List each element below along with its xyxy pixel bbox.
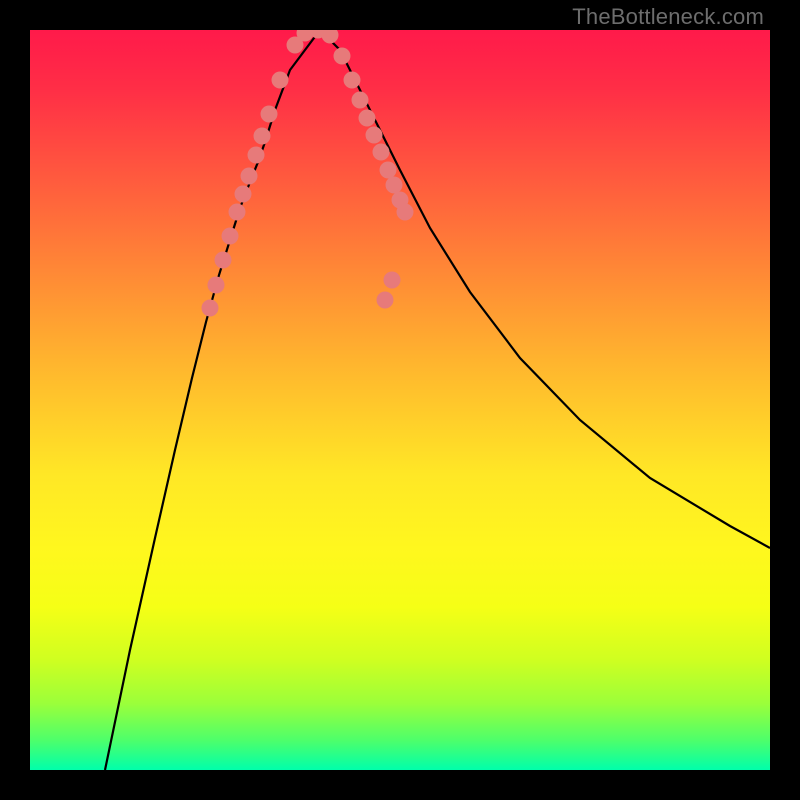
data-dots [202, 30, 414, 317]
data-point [208, 277, 225, 294]
data-point [373, 144, 390, 161]
data-point [352, 92, 369, 109]
chart-container: TheBottleneck.com [0, 0, 800, 800]
data-point [235, 186, 252, 203]
data-point [344, 72, 361, 89]
data-point [215, 252, 232, 269]
plot-area [30, 30, 770, 770]
data-point [241, 168, 258, 185]
data-point [384, 272, 401, 289]
data-point [377, 292, 394, 309]
chart-svg [30, 30, 770, 770]
data-point [366, 127, 383, 144]
data-point [222, 228, 239, 245]
data-point [380, 162, 397, 179]
data-point [322, 30, 339, 44]
data-point [397, 204, 414, 221]
watermark-text: TheBottleneck.com [572, 4, 764, 30]
data-point [272, 72, 289, 89]
data-point [202, 300, 219, 317]
data-point [334, 48, 351, 65]
data-point [254, 128, 271, 145]
data-point [359, 110, 376, 127]
bottleneck-curve [105, 30, 770, 770]
data-point [386, 177, 403, 194]
data-point [229, 204, 246, 221]
data-point [248, 147, 265, 164]
data-point [261, 106, 278, 123]
